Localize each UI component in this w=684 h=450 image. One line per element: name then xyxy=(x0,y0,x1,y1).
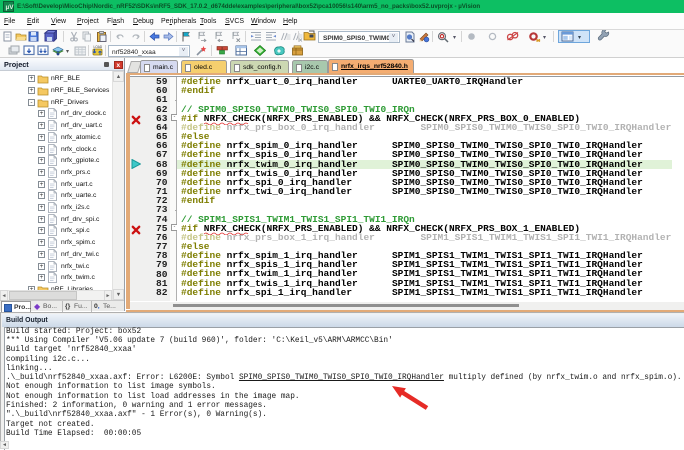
svg-text:LOAD: LOAD xyxy=(94,45,103,49)
